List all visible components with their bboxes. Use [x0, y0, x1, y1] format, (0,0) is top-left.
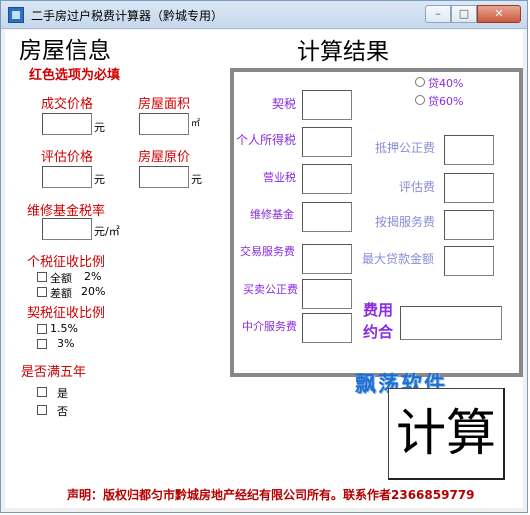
deal-price-input[interactable] [42, 113, 92, 135]
deed-tax-ratio-label: 契税征收比例 [27, 306, 106, 321]
app-window: 二手房过户税费计算器（黔城专用） – □ ✕ 房屋信息 红色选项为必填 成交价格… [0, 0, 528, 513]
result-heading: 计算结果 [297, 39, 389, 65]
deed-tax-result-label: 契税 [272, 97, 297, 111]
original-price-label: 房屋原价 [138, 150, 191, 165]
income-tax-full-value: 2% [84, 270, 102, 283]
loan-40-label: 贷40% [428, 77, 464, 90]
income-tax-diff-label: 差额 [50, 287, 72, 300]
maint-fund-rate-field[interactable] [43, 220, 91, 240]
client-area: 房屋信息 红色选项为必填 成交价格 元 房屋面积 ㎡ 评估价格 元 房屋原价 元… [5, 30, 523, 508]
assess-fee-label: 评估费 [399, 180, 436, 194]
max-loan-box[interactable] [444, 246, 494, 276]
deal-price-unit: 元 [94, 121, 105, 134]
deed-tax-1-5-checkbox[interactable] [37, 324, 47, 334]
deal-price-label: 成交价格 [41, 97, 94, 112]
required-note: 红色选项为必填 [29, 68, 121, 83]
business-tax-label: 营业税 [263, 171, 296, 184]
total-fee-label-line2: 约合 [363, 323, 394, 341]
house-area-unit: ㎡ [191, 119, 201, 129]
five-years-yes-label: 是 [57, 387, 68, 400]
agency-fee-box[interactable] [302, 313, 352, 343]
calculate-button[interactable]: 计算 [388, 388, 505, 480]
deed-tax-1-5-label: 1.5% [50, 322, 78, 335]
deed-tax-3-label: 3% [57, 337, 75, 350]
five-years-no-label: 否 [57, 405, 68, 418]
assess-price-input[interactable] [42, 166, 92, 188]
window-title: 二手房过户税费计算器（黔城专用） [31, 9, 224, 23]
deed-tax-3-checkbox[interactable] [37, 339, 47, 349]
personal-income-tax-box[interactable] [302, 127, 352, 157]
total-fee-label-line1: 费用 [363, 301, 394, 319]
original-price-input[interactable] [139, 166, 189, 188]
house-info-heading: 房屋信息 [19, 38, 111, 64]
sale-notary-fee-box[interactable] [302, 279, 352, 309]
assess-price-field[interactable] [43, 168, 91, 188]
five-years-no-checkbox[interactable] [37, 405, 47, 415]
original-price-field[interactable] [140, 168, 188, 188]
personal-income-tax-label: 个人所得税 [236, 133, 297, 147]
maint-fund-rate-label: 维修基金税率 [27, 204, 106, 219]
house-area-label: 房屋面积 [138, 97, 191, 112]
assess-fee-box[interactable] [444, 173, 494, 203]
original-price-unit: 元 [191, 173, 202, 186]
trade-service-fee-box[interactable] [302, 244, 352, 274]
close-button[interactable]: ✕ [477, 5, 521, 23]
loan-60-radio[interactable] [415, 95, 425, 105]
mortgage-notary-fee-box[interactable] [444, 135, 494, 165]
house-area-input[interactable] [139, 113, 189, 135]
loan-60-label: 贷60% [428, 95, 464, 108]
assess-price-unit: 元 [94, 173, 105, 186]
agency-fee-label: 中介服务费 [242, 320, 297, 333]
maint-fund-result-box[interactable] [302, 202, 352, 232]
five-years-label: 是否满五年 [21, 365, 87, 380]
deal-price-field[interactable] [43, 115, 91, 135]
deed-tax-result-box[interactable] [302, 90, 352, 120]
maint-fund-rate-input[interactable] [42, 218, 92, 240]
app-icon [8, 7, 24, 23]
income-tax-ratio-label: 个税征收比例 [27, 255, 106, 270]
title-bar: 二手房过户税费计算器（黔城专用） – □ ✕ [1, 1, 527, 29]
mortgage-notary-fee-label: 抵押公正费 [375, 141, 436, 155]
maint-fund-result-label: 维修基金 [250, 208, 294, 221]
mortgage-service-fee-label: 按揭服务费 [375, 215, 436, 229]
income-tax-full-label: 全额 [50, 272, 72, 285]
mortgage-service-fee-box[interactable] [444, 210, 494, 240]
trade-service-fee-label: 交易服务费 [240, 245, 295, 258]
business-tax-box[interactable] [302, 164, 352, 194]
income-tax-diff-checkbox[interactable] [37, 287, 47, 297]
minimize-button[interactable]: – [425, 5, 451, 23]
house-area-field[interactable] [140, 115, 188, 135]
income-tax-full-checkbox[interactable] [37, 272, 47, 282]
loan-40-radio[interactable] [415, 77, 425, 87]
income-tax-diff-value: 20% [81, 285, 106, 298]
assess-price-label: 评估价格 [41, 150, 94, 165]
footer-disclaimer: 声明：版权归都匀市黔城房地产经纪有限公司所有。联系作者2366859779 [67, 488, 475, 502]
max-loan-label: 最大贷款金额 [362, 252, 435, 266]
maximize-button[interactable]: □ [451, 5, 477, 23]
five-years-yes-checkbox[interactable] [37, 387, 47, 397]
total-fee-box[interactable] [400, 306, 502, 340]
sale-notary-fee-label: 买卖公正费 [243, 283, 298, 296]
maint-fund-rate-unit: 元/㎡ [94, 225, 120, 238]
